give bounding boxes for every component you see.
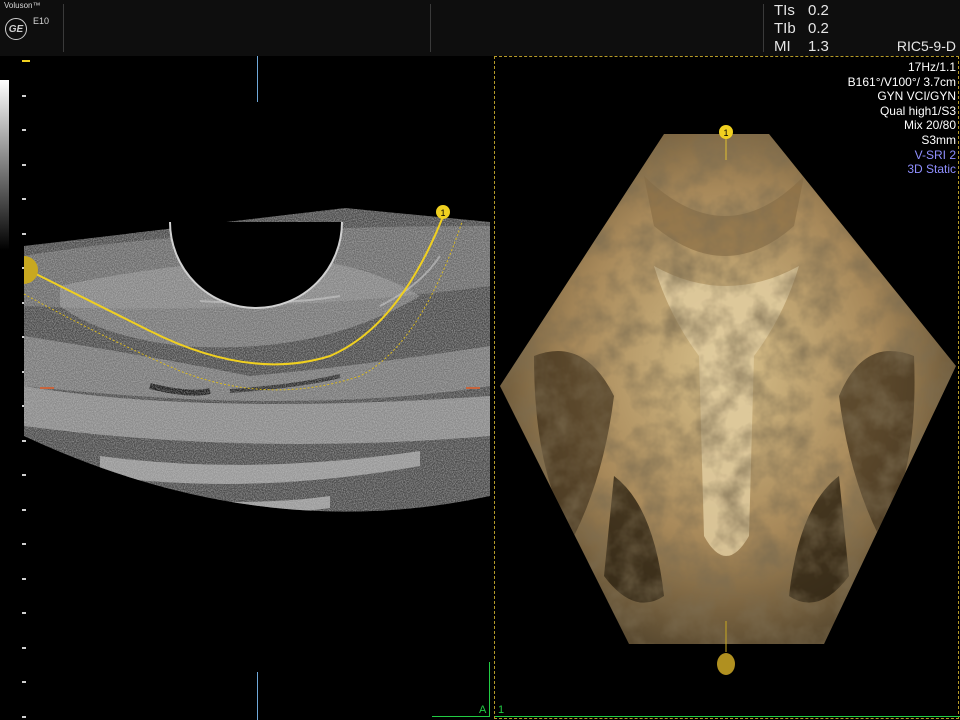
safety-value: 1.3 — [808, 38, 829, 55]
frame-bracket-a-vertical — [489, 662, 490, 717]
center-marker-bottom — [257, 672, 258, 720]
frame-label-a: A — [479, 704, 487, 716]
safety-value: 0.2 — [808, 20, 829, 37]
safety-label: TIs — [774, 2, 795, 19]
frame-bracket-a — [432, 716, 490, 717]
param-mode: 3D Static — [907, 162, 956, 177]
probe-name: RIC5-9-D — [896, 38, 956, 54]
acquisition-params: 17Hz/1.1 B161°/V100°/ 3.7cm GYN VCI/GYN … — [848, 60, 956, 177]
header-divider — [63, 4, 64, 52]
render-top-marker-label: 1 — [723, 128, 728, 138]
safety-row-mi: MI 1.3 — [774, 38, 829, 56]
param-slice: S3mm — [921, 132, 956, 147]
safety-label: TIb — [774, 20, 796, 37]
bmode-image[interactable]: 1 — [0, 56, 494, 720]
orientation-marker-right — [466, 387, 480, 389]
param-mix: Mix 20/80 — [903, 118, 956, 133]
curve-marker-label: 1 — [440, 208, 445, 218]
ge-logo-icon: GE — [5, 18, 27, 40]
frame-label-1: 1 — [498, 704, 505, 716]
safety-row-tis: TIs 0.2 — [774, 2, 829, 20]
uterus-render — [500, 134, 956, 644]
orientation-marker-left — [40, 387, 54, 389]
safety-value: 0.2 — [808, 2, 829, 19]
param-preset: GYN VCI/GYN — [877, 89, 956, 104]
param-frame-rate: 17Hz/1.1 — [907, 60, 956, 74]
center-marker-top — [257, 56, 258, 102]
param-vsri: V-SRI 2 — [914, 147, 956, 162]
safety-indices: TIs 0.2 TIb 0.2 MI 1.3 — [774, 2, 829, 56]
top-status-bar: Voluson™ GE E10 TIs 0.2 TIb 0.2 MI 1.3 R… — [0, 0, 960, 56]
frame-bracket-1 — [495, 716, 960, 717]
header-divider — [763, 4, 764, 52]
model-name: E10 — [33, 16, 50, 26]
brand-name: Voluson™ — [4, 1, 41, 10]
safety-label: MI — [774, 38, 791, 55]
header-divider — [430, 4, 431, 52]
param-angles: B161°/V100°/ 3.7cm — [847, 74, 956, 89]
param-quality: Qual high1/S3 — [879, 103, 956, 118]
safety-row-tib: TIb 0.2 — [774, 20, 829, 38]
render-bottom-disc-icon[interactable] — [717, 653, 735, 675]
